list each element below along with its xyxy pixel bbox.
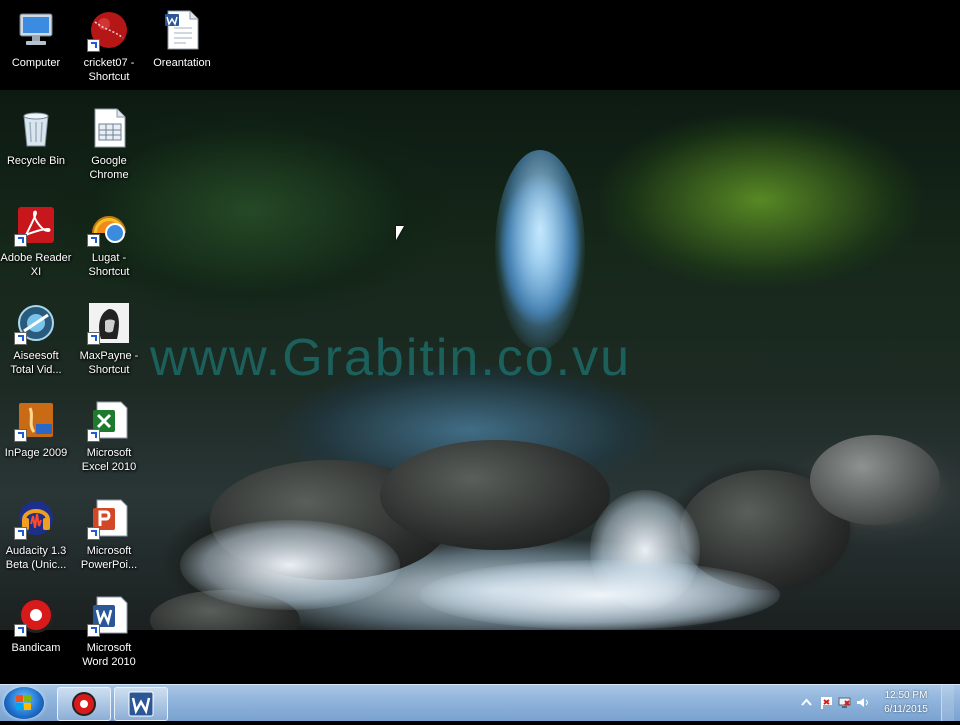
clock-date: 6/11/2015: [884, 704, 928, 715]
desktop-icon-label: Audacity 1.3 Beta (Unic...: [5, 545, 67, 571]
desktop-icon-label: Aiseesoft Total Vid...: [10, 350, 62, 376]
network-icon[interactable]: [838, 696, 851, 709]
bandicam-icon: [14, 593, 58, 637]
action-center-flag-icon[interactable]: [820, 696, 833, 709]
desktop-icon-aiseesoft[interactable]: Aiseesoft Total Vid...: [0, 295, 74, 387]
aiseesoft-icon: [14, 301, 58, 345]
maxpayne-icon: [87, 301, 131, 345]
taskbar: 12:50 PM 6/11/2015: [0, 684, 960, 721]
desktop-icon-label: Microsoft Excel 2010: [81, 447, 137, 473]
start-button[interactable]: [4, 687, 44, 719]
desktop-icon-bandicam[interactable]: Bandicam: [0, 587, 74, 679]
desktop-icon-google-chrome[interactable]: Google Chrome: [71, 100, 147, 192]
clock-time: 12:50 PM: [884, 690, 928, 701]
cricket-ball-icon: [87, 8, 131, 52]
desktop-icon-adobe-reader[interactable]: Adobe Reader XI: [0, 197, 74, 289]
desktop-icon-lugat[interactable]: Lugat - Shortcut: [71, 197, 147, 289]
desktop-icon-label: Adobe Reader XI: [0, 252, 72, 278]
shortcut-arrow-icon: [14, 332, 27, 345]
volume-icon[interactable]: [856, 696, 869, 709]
desktop-icon-label: Recycle Bin: [6, 155, 66, 167]
shortcut-arrow-icon: [87, 527, 100, 540]
word-icon: [87, 593, 131, 637]
shortcut-arrow-icon: [14, 527, 27, 540]
shortcut-arrow-icon: [87, 624, 100, 637]
adobe-reader-icon: [14, 203, 58, 247]
shortcut-arrow-icon: [14, 234, 27, 247]
desktop-icon-label: Bandicam: [11, 642, 61, 654]
clock[interactable]: 12:50 PM 6/11/2015: [876, 689, 936, 717]
desktop-icon-label: Google Chrome: [89, 155, 129, 181]
desktop-icon-label: Oreantation: [153, 57, 211, 69]
shortcut-arrow-icon: [87, 39, 100, 52]
wallpaper-waterfall-stream: [495, 150, 585, 350]
recycle-bin-icon: [14, 106, 58, 150]
chrome-document-icon: [87, 106, 131, 150]
desktop-icon-inpage[interactable]: InPage 2009: [0, 392, 74, 484]
computer-icon: [14, 8, 58, 52]
watermark-text: www.Grabitin.co.vu: [150, 329, 632, 387]
bandicam-icon: [72, 692, 96, 716]
lugat-icon: [87, 203, 131, 247]
wallpaper-rock: [380, 440, 610, 550]
shortcut-arrow-icon: [87, 332, 100, 345]
desktop-icon-oreantation[interactable]: Oreantation: [144, 2, 220, 94]
shortcut-arrow-icon: [87, 234, 100, 247]
shortcut-arrow-icon: [14, 429, 27, 442]
word-document-icon: [160, 8, 204, 52]
taskbar-button-bandicam[interactable]: [57, 687, 111, 721]
taskbar-button-word[interactable]: [114, 687, 168, 721]
audacity-icon: [14, 496, 58, 540]
desktop-icon-computer[interactable]: Computer: [0, 2, 74, 94]
word-icon: [128, 691, 154, 717]
desktop-icon-audacity[interactable]: Audacity 1.3 Beta (Unic...: [0, 490, 74, 582]
inpage-icon: [14, 398, 58, 442]
desktop[interactable]: www.Grabitin.co.vu Computer Recycle Bin: [0, 0, 960, 684]
show-hidden-icons-icon[interactable]: [800, 696, 813, 709]
desktop-icon-label: MaxPayne - Shortcut: [79, 350, 139, 376]
wallpaper-rock: [810, 435, 940, 525]
desktop-icon-maxpayne[interactable]: MaxPayne - Shortcut: [71, 295, 147, 387]
wallpaper-foam: [180, 520, 400, 610]
desktop-icon-label: Microsoft PowerPoi...: [80, 545, 138, 571]
excel-icon: [87, 398, 131, 442]
desktop-icon-label: InPage 2009: [4, 447, 68, 459]
mouse-cursor-icon: [396, 226, 404, 240]
system-tray: 12:50 PM 6/11/2015: [794, 685, 954, 721]
desktop-icon-microsoft-powerpoint[interactable]: Microsoft PowerPoi...: [71, 490, 147, 582]
desktop-icon-label: Lugat - Shortcut: [88, 252, 130, 278]
desktop-icon-recycle-bin[interactable]: Recycle Bin: [0, 100, 74, 192]
shortcut-arrow-icon: [87, 429, 100, 442]
desktop-icon-microsoft-word-2010[interactable]: Microsoft Word 2010: [71, 587, 147, 679]
wallpaper-foam: [420, 560, 780, 630]
desktop-icon-label: cricket07 - Shortcut: [83, 57, 135, 83]
shortcut-arrow-icon: [14, 624, 27, 637]
powerpoint-icon: [87, 496, 131, 540]
windows-logo-icon: [16, 695, 32, 711]
show-desktop-button[interactable]: [941, 685, 954, 721]
desktop-icon-cricket07[interactable]: cricket07 - Shortcut: [71, 2, 147, 94]
desktop-icon-microsoft-excel-2010[interactable]: Microsoft Excel 2010: [71, 392, 147, 484]
desktop-icon-label: Microsoft Word 2010: [82, 642, 136, 668]
desktop-icon-label: Computer: [11, 57, 61, 69]
